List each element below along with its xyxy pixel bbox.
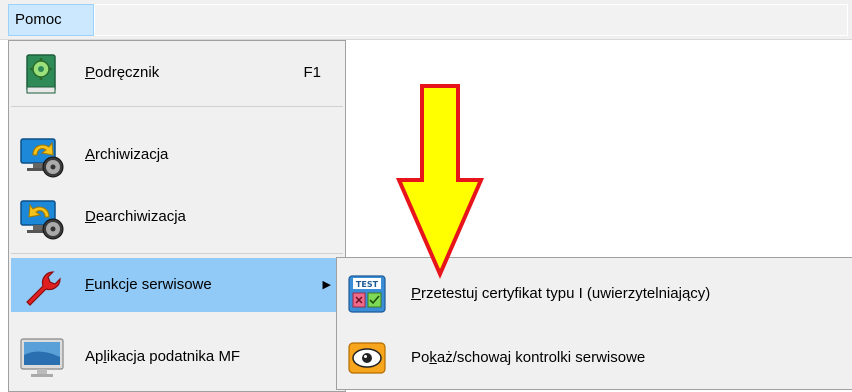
menu-bar: Pomoc — [0, 0, 852, 40]
svg-text:TEST: TEST — [356, 280, 379, 289]
menu-separator — [11, 253, 343, 254]
test-certificate-icon: TEST — [347, 274, 387, 314]
wrench-icon — [19, 264, 65, 310]
menu-pomoc[interactable]: Pomoc — [8, 4, 94, 36]
menu-separator — [11, 106, 343, 107]
menu-item-archiwizacja[interactable]: Archiwizacja — [11, 127, 343, 183]
shortcut-label: F1 — [303, 64, 321, 81]
submenu-item-label: Pokaż/schowaj kontrolki serwisowe — [411, 349, 646, 366]
menu-item-label: Aplikacja podatnika MF — [85, 348, 241, 365]
menubar-empty-area — [94, 4, 848, 36]
menu-item-label: Dearchiwizacja — [85, 208, 186, 225]
menu-item-label: Podręcznik — [85, 64, 160, 81]
eye-icon — [347, 338, 387, 378]
computer-monitor-icon — [19, 335, 65, 381]
help-dropdown-menu: Podręcznik F1 Archiwizacja Dearchiwizacj… — [8, 40, 346, 392]
menu-item-funkcje-serwisowe[interactable]: Funkcje serwisowe ▶ — [11, 258, 343, 312]
menu-item-label: Funkcje serwisowe — [85, 276, 212, 293]
annotation-arrow-icon — [395, 82, 485, 282]
menu-item-podrecznik[interactable]: Podręcznik F1 — [11, 45, 343, 101]
menu-item-label: Archiwizacja — [85, 146, 169, 163]
manual-book-gear-icon — [19, 51, 65, 97]
menu-item-dearchiwizacja[interactable]: Dearchiwizacja — [11, 189, 343, 245]
menu-item-aplikacja-podatnika[interactable]: Aplikacja podatnika MF — [11, 329, 343, 385]
archive-monitor-disc-icon — [19, 133, 65, 179]
restore-monitor-disc-icon — [19, 195, 65, 241]
submenu-item-toggle-service-controls[interactable]: Pokaż/schowaj kontrolki serwisowe — [339, 332, 849, 384]
submenu-arrow-icon: ▶ — [322, 279, 331, 291]
